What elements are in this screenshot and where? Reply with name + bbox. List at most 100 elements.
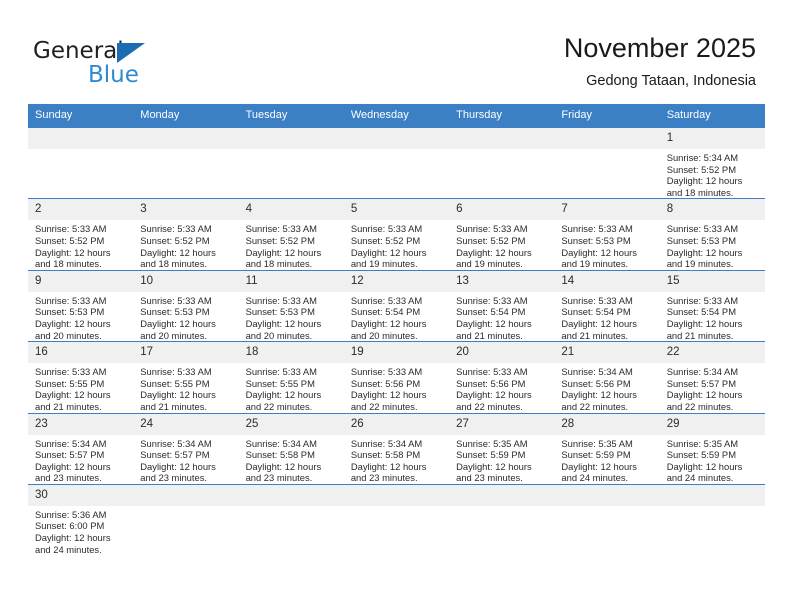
calendar-day-cell[interactable]: 21 Sunrise: 5:34 AM Sunset: 5:56 PM Dayligh…	[554, 341, 660, 413]
daylight-text: and 21 minutes.	[561, 329, 629, 341]
daylight-text: Daylight: 12 hours	[245, 246, 322, 258]
daylight-text: Daylight: 12 hours	[350, 389, 427, 401]
day-number: 12	[343, 270, 450, 292]
calendar-day-cell[interactable]: 13 Sunrise: 5:33 AM Sunset: 5:54 PM Dayligh…	[449, 269, 555, 342]
calendar-day-cell[interactable]: 4 Sunrise: 5:33 AM Sunset: 5:52 PM Daylight…	[238, 198, 344, 271]
sunrise-text: Sunrise: 5:33 AM	[350, 366, 423, 378]
weekday-header-friday: Friday	[554, 104, 660, 128]
daylight-text: and 21 minutes.	[456, 329, 523, 341]
day-number: 16	[28, 342, 134, 364]
general-blue-logo[interactable]: General Blue	[33, 38, 163, 90]
daylight-text: and 19 minutes.	[456, 258, 523, 270]
sunrise-text: Sunrise: 5:33 AM	[561, 294, 633, 306]
day-details: Sunrise: 5:33 AM Sunset: 5:52 PM Daylight:…	[344, 220, 449, 269]
page-subtitle: Gedong Tataan, Indonesia	[586, 73, 756, 89]
daylight-text: Daylight: 12 hours	[666, 460, 743, 472]
day-number: 30	[28, 484, 134, 506]
daylight-text: and 20 minutes.	[140, 329, 207, 341]
calendar-day-cell[interactable]: 26 Sunrise: 5:34 AM Sunset: 5:58 PM Dayligh…	[343, 412, 450, 485]
calendar-day-cell[interactable]: 19 Sunrise: 5:33 AM Sunset: 5:56 PM Dayligh…	[343, 341, 450, 413]
sunset-text: Sunset: 5:53 PM	[140, 306, 210, 318]
sunrise-text: Sunrise: 5:33 AM	[245, 294, 317, 306]
daylight-text: Daylight: 12 hours	[456, 389, 532, 401]
daylight-text: Daylight: 12 hours	[561, 317, 637, 329]
calendar-day-cell[interactable]: 18 Sunrise: 5:33 AM Sunset: 5:55 PM Dayligh…	[238, 341, 344, 413]
calendar-day-cell[interactable]: 15 Sunrise: 5:33 AM Sunset: 5:54 PM Dayligh…	[659, 269, 765, 342]
sunset-text: Sunset: 5:58 PM	[350, 449, 421, 461]
sunset-text: Sunset: 5:56 PM	[456, 377, 526, 389]
daylight-text: and 24 minutes.	[561, 472, 629, 484]
day-number: 22	[659, 342, 765, 364]
calendar-day-cell[interactable]: 5 Sunrise: 5:33 AM Sunset: 5:52 PM Daylight…	[343, 198, 450, 271]
calendar-day-cell[interactable]: 1 Sunrise: 5:34 AM Sunset: 5:52 PM Daylight…	[659, 126, 765, 199]
calendar-day-cell[interactable]: 14 Sunrise: 5:33 AM Sunset: 5:54 PM Dayligh…	[554, 269, 660, 342]
logo-text-blue: Blue	[88, 62, 139, 88]
calendar-day-cell[interactable]: 12 Sunrise: 5:33 AM Sunset: 5:54 PM Dayligh…	[343, 269, 450, 342]
calendar-body: 1 Sunrise: 5:34 AM Sunset: 5:52 PM Daylight…	[28, 126, 765, 556]
calendar-day-cell[interactable]: 29 Sunrise: 5:35 AM Sunset: 5:59 PM Dayligh…	[659, 412, 765, 485]
day-details: Sunrise: 5:34 AM Sunset: 5:57 PM Daylight:…	[133, 435, 238, 484]
logo-text-general: General	[33, 38, 124, 64]
sunset-text: Sunset: 5:54 PM	[350, 306, 421, 318]
calendar-day-cell[interactable]: 16 Sunrise: 5:33 AM Sunset: 5:55 PM Dayligh…	[28, 341, 134, 413]
sunset-text: Sunset: 5:52 PM	[350, 234, 421, 246]
day-details: Sunrise: 5:33 AM Sunset: 5:53 PM Daylight:…	[554, 220, 659, 269]
day-number: 1	[659, 128, 765, 149]
daylight-text: and 18 minutes.	[140, 258, 207, 270]
day-number	[133, 128, 239, 149]
day-details: Sunrise: 5:33 AM Sunset: 5:52 PM Daylight:…	[28, 220, 133, 269]
sunset-text: Sunset: 5:53 PM	[561, 234, 631, 246]
daylight-text: Daylight: 12 hours	[35, 317, 111, 329]
calendar-day-cell[interactable]: 8 Sunrise: 5:33 AM Sunset: 5:53 PM Daylight…	[659, 198, 765, 271]
calendar-day-cell[interactable]: 22 Sunrise: 5:34 AM Sunset: 5:57 PM Dayligh…	[659, 341, 765, 413]
sunset-text: Sunset: 5:53 PM	[666, 234, 736, 246]
day-number: 5	[343, 199, 450, 221]
calendar-day-cell-empty	[133, 126, 239, 199]
calendar-day-cell[interactable]: 28 Sunrise: 5:35 AM Sunset: 5:59 PM Dayligh…	[554, 412, 660, 485]
day-number: 6	[449, 199, 555, 221]
calendar-day-cell[interactable]: 24 Sunrise: 5:34 AM Sunset: 5:57 PM Dayligh…	[133, 412, 239, 485]
sunrise-text: Sunrise: 5:33 AM	[140, 366, 212, 378]
daylight-text: and 24 minutes.	[35, 543, 102, 555]
calendar-day-cell-empty	[28, 126, 134, 199]
calendar-day-cell[interactable]: 27 Sunrise: 5:35 AM Sunset: 5:59 PM Dayligh…	[449, 412, 555, 485]
daylight-text: Daylight: 12 hours	[666, 317, 743, 329]
day-details: Sunrise: 5:35 AM Sunset: 5:59 PM Daylight:…	[554, 435, 659, 484]
calendar-day-cell[interactable]: 23 Sunrise: 5:34 AM Sunset: 5:57 PM Dayligh…	[28, 412, 134, 485]
sunset-text: Sunset: 5:57 PM	[140, 449, 210, 461]
calendar-day-cell-empty	[449, 126, 555, 199]
calendar-day-cell[interactable]: 6 Sunrise: 5:33 AM Sunset: 5:52 PM Daylight…	[449, 198, 555, 271]
daylight-text: Daylight: 12 hours	[456, 460, 532, 472]
calendar-day-cell[interactable]: 9 Sunrise: 5:33 AM Sunset: 5:53 PM Daylight…	[28, 269, 134, 342]
calendar-day-cell[interactable]: 10 Sunrise: 5:33 AM Sunset: 5:53 PM Dayligh…	[133, 269, 239, 342]
day-details: Sunrise: 5:34 AM Sunset: 5:57 PM Daylight:…	[28, 435, 133, 484]
daylight-text: and 23 minutes.	[140, 472, 207, 484]
daylight-text: and 21 minutes.	[35, 400, 102, 412]
day-details: Sunrise: 5:34 AM Sunset: 5:58 PM Daylight:…	[344, 435, 449, 484]
weekday-header-saturday: Saturday	[659, 104, 765, 128]
sunset-text: Sunset: 5:57 PM	[666, 377, 736, 389]
sunrise-text: Sunrise: 5:36 AM	[35, 508, 107, 520]
daylight-text: Daylight: 12 hours	[140, 317, 216, 329]
day-number	[449, 484, 555, 506]
page-title: November 2025	[563, 33, 756, 63]
day-number: 14	[554, 270, 660, 292]
day-number: 28	[554, 413, 660, 435]
calendar-day-cell[interactable]: 7 Sunrise: 5:33 AM Sunset: 5:53 PM Daylight…	[554, 198, 660, 271]
calendar-day-cell[interactable]: 17 Sunrise: 5:33 AM Sunset: 5:55 PM Dayligh…	[133, 341, 239, 413]
daylight-text: Daylight: 12 hours	[245, 389, 322, 401]
calendar-day-cell[interactable]: 30 Sunrise: 5:36 AM Sunset: 6:00 PM Dayligh…	[28, 483, 134, 556]
sunrise-text: Sunrise: 5:34 AM	[666, 152, 739, 163]
daylight-text: and 20 minutes.	[35, 329, 102, 341]
daylight-text: Daylight: 12 hours	[350, 317, 427, 329]
calendar-day-cell-empty	[554, 483, 660, 556]
calendar-day-cell[interactable]: 11 Sunrise: 5:33 AM Sunset: 5:53 PM Dayligh…	[238, 269, 344, 342]
sunset-text: Sunset: 5:52 PM	[245, 234, 315, 246]
calendar-day-cell[interactable]: 20 Sunrise: 5:33 AM Sunset: 5:56 PM Dayligh…	[449, 341, 555, 413]
daylight-text: Daylight: 12 hours	[666, 175, 743, 187]
calendar-day-cell[interactable]: 3 Sunrise: 5:33 AM Sunset: 5:52 PM Daylight…	[133, 198, 239, 271]
sunrise-text: Sunrise: 5:33 AM	[561, 223, 633, 235]
calendar-day-cell[interactable]: 2 Sunrise: 5:33 AM Sunset: 5:52 PM Daylight…	[28, 198, 134, 271]
daylight-text: Daylight: 12 hours	[456, 317, 532, 329]
calendar-day-cell[interactable]: 25 Sunrise: 5:34 AM Sunset: 5:58 PM Dayligh…	[238, 412, 344, 485]
